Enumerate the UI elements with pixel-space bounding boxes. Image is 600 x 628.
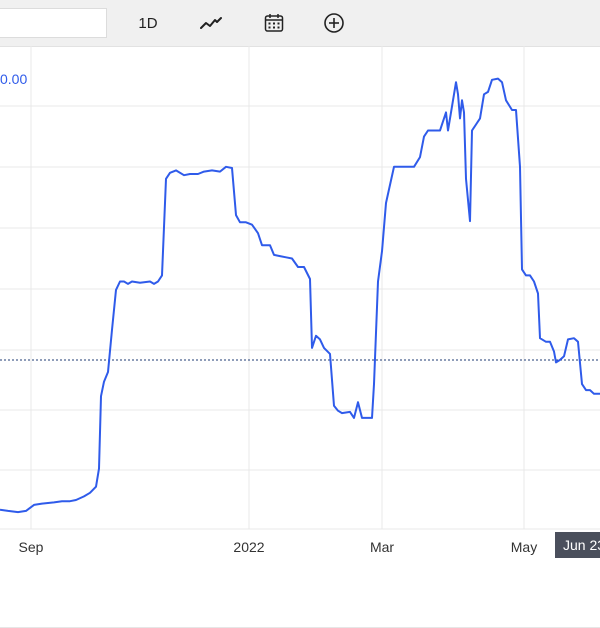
date-range-button[interactable] (256, 8, 292, 38)
add-indicator-button[interactable] (316, 8, 352, 38)
crosshair-date-label: Jun 23 (563, 537, 600, 553)
interval-button[interactable]: 1D (130, 8, 166, 38)
chart-type-button[interactable] (193, 8, 229, 38)
x-tick-label: 2022 (233, 539, 265, 555)
calendar-icon (264, 13, 284, 33)
symbol-input[interactable] (0, 8, 107, 38)
interval-label: 1D (138, 14, 158, 32)
x-tick-label: Sep (18, 539, 44, 555)
x-tick-label: May (510, 539, 538, 555)
line-chart-icon (200, 15, 222, 31)
price-chart[interactable] (0, 46, 600, 600)
x-tick-label: Mar (369, 539, 395, 555)
add-circle-icon (323, 12, 345, 34)
price-label: 0.00 (0, 71, 28, 87)
chart-toolbar: 1D (0, 0, 600, 47)
price-series-line (0, 77, 600, 514)
crosshair-date-badge: Jun 23 (555, 532, 600, 558)
chart-area[interactable]: 0.00 Sep 2022 Mar May Jun 23 (0, 46, 600, 628)
